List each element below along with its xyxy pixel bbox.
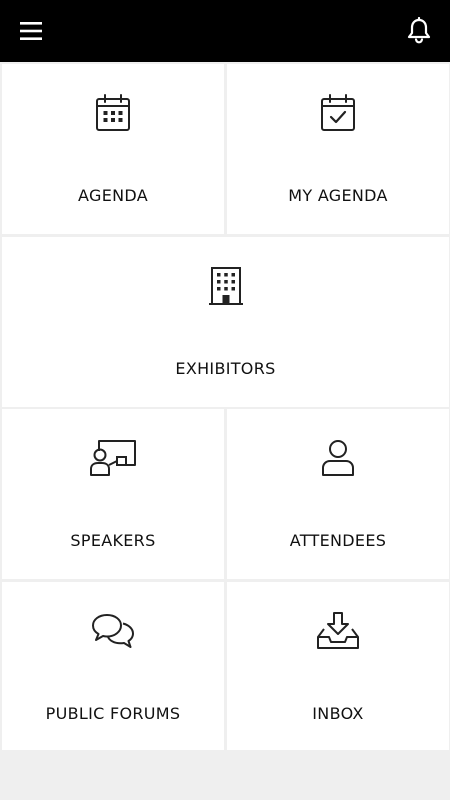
calendar-check-icon bbox=[314, 92, 362, 134]
tile-attendees[interactable]: ATTENDEES bbox=[227, 409, 449, 579]
calendar-grid-icon bbox=[89, 92, 137, 134]
building-icon bbox=[202, 265, 250, 307]
tile-label: EXHIBITORS bbox=[175, 359, 276, 378]
tile-speakers[interactable]: SPEAKERS bbox=[2, 409, 224, 579]
tile-label: AGENDA bbox=[78, 186, 148, 205]
hamburger-menu-icon[interactable] bbox=[12, 13, 50, 49]
bell-icon[interactable] bbox=[400, 12, 438, 50]
home-tile-grid: AGENDA MY AGENDA EXHIBITORS SPEAKERS ATT… bbox=[0, 62, 450, 752]
tile-agenda[interactable]: AGENDA bbox=[2, 64, 224, 234]
tile-label: ATTENDEES bbox=[289, 531, 387, 550]
tile-my-agenda[interactable]: MY AGENDA bbox=[227, 64, 449, 234]
chat-bubbles-icon bbox=[89, 610, 137, 652]
tile-label: SPEAKERS bbox=[70, 531, 156, 550]
inbox-download-icon bbox=[314, 610, 362, 652]
presenter-board-icon bbox=[89, 437, 137, 479]
tile-label: MY AGENDA bbox=[288, 186, 388, 205]
tile-public-forums[interactable]: PUBLIC FORUMS bbox=[2, 582, 224, 750]
top-app-bar bbox=[0, 0, 450, 62]
tile-label: INBOX bbox=[312, 704, 364, 723]
tile-label: PUBLIC FORUMS bbox=[45, 704, 181, 723]
person-icon bbox=[314, 437, 362, 479]
tile-inbox[interactable]: INBOX bbox=[227, 582, 449, 750]
tile-exhibitors[interactable]: EXHIBITORS bbox=[2, 237, 449, 407]
